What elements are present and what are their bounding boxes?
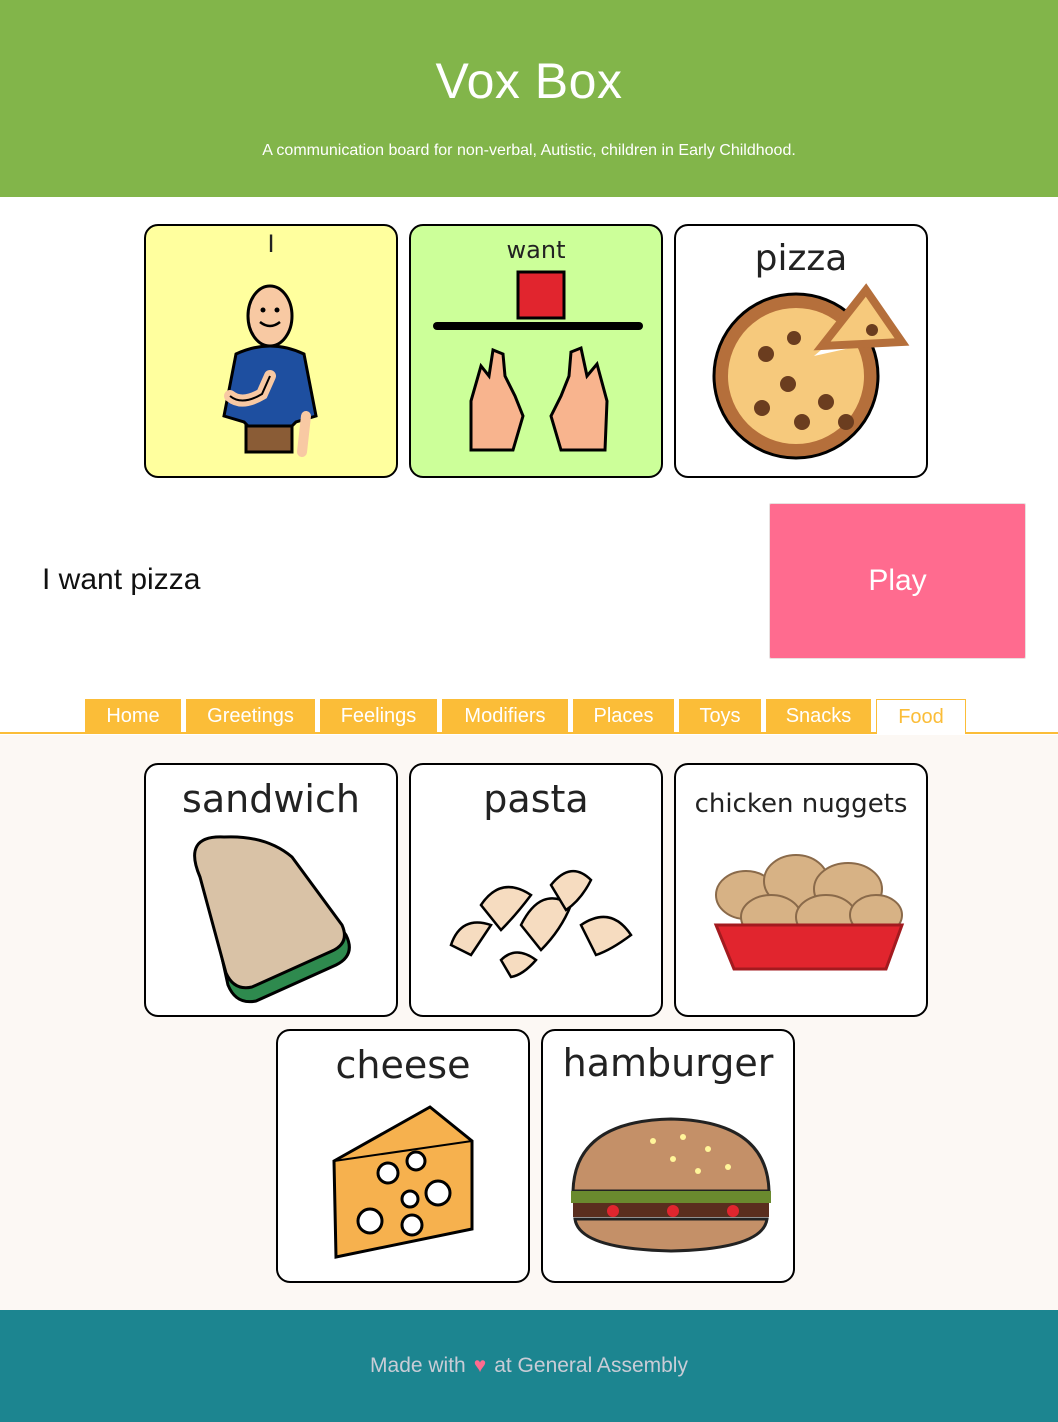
tab-snacks[interactable]: Snacks — [766, 699, 871, 733]
food-card-pasta[interactable]: pasta — [409, 763, 663, 1017]
cheese-icon — [332, 1105, 474, 1259]
food-card-sandwich[interactable]: sandwich — [144, 763, 398, 1017]
hamburger-icon — [571, 1117, 771, 1253]
heart-icon: ♥ — [473, 1354, 487, 1377]
selected-card-want[interactable]: want — [409, 224, 663, 478]
footer-text-before: Made with — [370, 1354, 466, 1377]
chicken-nuggets-icon — [713, 854, 905, 971]
want-hands-icon — [433, 270, 643, 452]
app-subtitle: A communication board for non-verbal, Au… — [262, 142, 796, 159]
food-card-hamburger[interactable]: hamburger — [541, 1029, 795, 1283]
pasta-icon — [449, 870, 633, 979]
pizza-icon — [712, 283, 910, 460]
selected-card-pizza[interactable]: pizza — [674, 224, 928, 478]
food-card-cheese[interactable]: cheese — [276, 1029, 530, 1283]
app-title: Vox Box — [435, 53, 623, 109]
play-button[interactable]: Play — [769, 503, 1026, 659]
person-pointing-self-icon — [222, 284, 318, 457]
site-header: Vox Box A communication board for non-ve… — [0, 0, 1058, 197]
sandwich-icon — [193, 835, 351, 1004]
food-card-chicken-nuggets[interactable]: chicken nuggets — [674, 763, 928, 1017]
tab-home[interactable]: Home — [85, 699, 181, 733]
sentence-output: I want pizza — [42, 563, 201, 596]
selected-card-i[interactable]: I — [144, 224, 398, 478]
tab-toys[interactable]: Toys — [679, 699, 761, 733]
category-tabs: Home Greetings Feelings Modifiers Places… — [0, 699, 1058, 734]
tab-greetings[interactable]: Greetings — [186, 699, 315, 733]
tab-food[interactable]: Food — [876, 699, 966, 734]
tab-feelings[interactable]: Feelings — [320, 699, 437, 733]
tab-places[interactable]: Places — [573, 699, 674, 733]
tab-modifiers[interactable]: Modifiers — [442, 699, 568, 733]
footer-text-after: at General Assembly — [494, 1354, 688, 1377]
site-footer: Made with ♥ at General Assembly — [0, 1310, 1058, 1422]
